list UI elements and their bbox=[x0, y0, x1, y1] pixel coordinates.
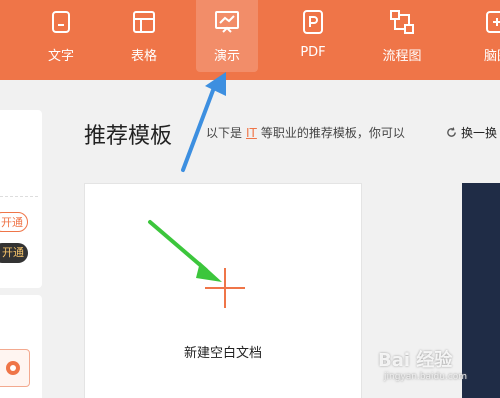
annotation-arrows bbox=[148, 72, 226, 282]
blue-arrow bbox=[181, 72, 226, 172]
green-arrow bbox=[148, 220, 222, 282]
watermark-logo: Bai 经验 bbox=[378, 350, 453, 371]
watermark-url: jingyan.baidu.com bbox=[384, 372, 468, 382]
